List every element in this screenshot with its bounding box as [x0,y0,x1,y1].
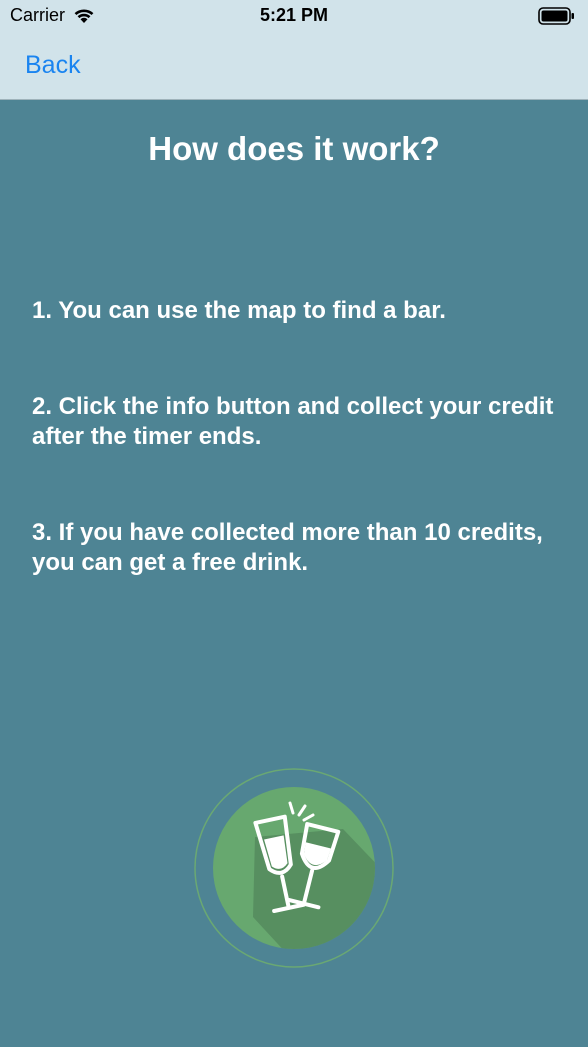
battery-icon [538,7,576,30]
instruction-step-1: 1. You can use the map to find a bar. [32,297,446,324]
navigation-bar: Carrier 5:21 PM Back [0,0,588,100]
status-bar: Carrier 5:21 PM [0,0,588,34]
status-time: 5:21 PM [259,5,329,25]
instruction-step-2: 2. Click the info button and collect you… [32,393,554,450]
cheers-glasses-icon [193,767,395,969]
instruction-step-3: 3. If you have collected more than 10 cr… [32,519,543,576]
page-title: How does it work? [148,130,440,167]
back-button[interactable]: Back [25,51,81,80]
